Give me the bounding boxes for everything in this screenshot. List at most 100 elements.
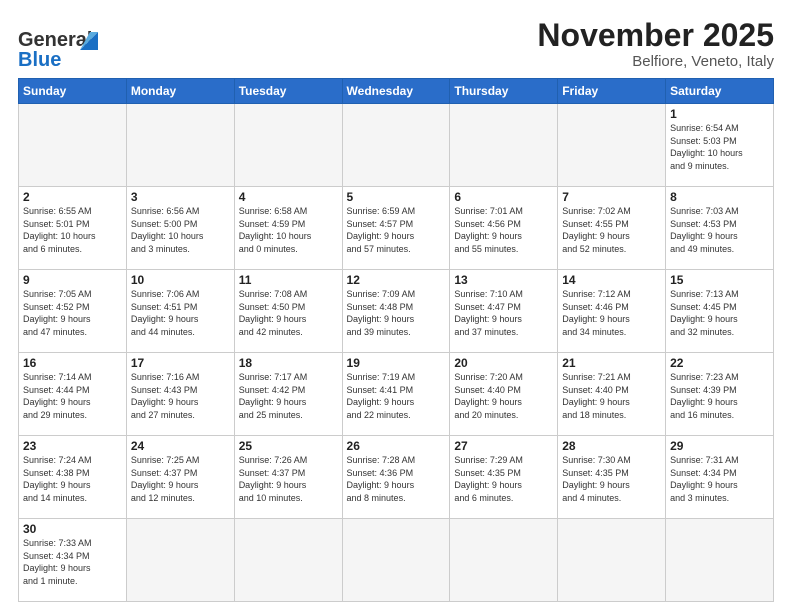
day-number: 23 bbox=[23, 439, 122, 453]
calendar-cell bbox=[234, 519, 342, 602]
calendar-cell: 21Sunrise: 7:21 AM Sunset: 4:40 PM Dayli… bbox=[558, 353, 666, 436]
day-info: Sunrise: 6:56 AM Sunset: 5:00 PM Dayligh… bbox=[131, 205, 230, 255]
day-number: 7 bbox=[562, 190, 661, 204]
calendar-cell bbox=[19, 104, 127, 187]
calendar-cell: 29Sunrise: 7:31 AM Sunset: 4:34 PM Dayli… bbox=[666, 436, 774, 519]
logo-svg: General Blue bbox=[18, 18, 118, 70]
day-number: 5 bbox=[347, 190, 446, 204]
calendar-cell: 28Sunrise: 7:30 AM Sunset: 4:35 PM Dayli… bbox=[558, 436, 666, 519]
calendar-cell bbox=[450, 104, 558, 187]
weekday-header-saturday: Saturday bbox=[666, 79, 774, 104]
calendar-cell bbox=[234, 104, 342, 187]
day-number: 21 bbox=[562, 356, 661, 370]
week-row-4: 23Sunrise: 7:24 AM Sunset: 4:38 PM Dayli… bbox=[19, 436, 774, 519]
calendar-cell: 17Sunrise: 7:16 AM Sunset: 4:43 PM Dayli… bbox=[126, 353, 234, 436]
day-info: Sunrise: 7:01 AM Sunset: 4:56 PM Dayligh… bbox=[454, 205, 553, 255]
calendar-cell: 7Sunrise: 7:02 AM Sunset: 4:55 PM Daylig… bbox=[558, 187, 666, 270]
page: General Blue November 2025 Belfiore, Ven… bbox=[0, 0, 792, 612]
weekday-header-sunday: Sunday bbox=[19, 79, 127, 104]
day-number: 1 bbox=[670, 107, 769, 121]
calendar-cell: 25Sunrise: 7:26 AM Sunset: 4:37 PM Dayli… bbox=[234, 436, 342, 519]
day-info: Sunrise: 7:06 AM Sunset: 4:51 PM Dayligh… bbox=[131, 288, 230, 338]
calendar-cell: 23Sunrise: 7:24 AM Sunset: 4:38 PM Dayli… bbox=[19, 436, 127, 519]
day-info: Sunrise: 7:10 AM Sunset: 4:47 PM Dayligh… bbox=[454, 288, 553, 338]
day-info: Sunrise: 7:08 AM Sunset: 4:50 PM Dayligh… bbox=[239, 288, 338, 338]
day-number: 10 bbox=[131, 273, 230, 287]
day-info: Sunrise: 6:59 AM Sunset: 4:57 PM Dayligh… bbox=[347, 205, 446, 255]
weekday-header-monday: Monday bbox=[126, 79, 234, 104]
calendar-cell: 15Sunrise: 7:13 AM Sunset: 4:45 PM Dayli… bbox=[666, 270, 774, 353]
day-number: 12 bbox=[347, 273, 446, 287]
day-info: Sunrise: 7:30 AM Sunset: 4:35 PM Dayligh… bbox=[562, 454, 661, 504]
title-block: November 2025 Belfiore, Veneto, Italy bbox=[537, 18, 774, 70]
day-number: 15 bbox=[670, 273, 769, 287]
day-number: 6 bbox=[454, 190, 553, 204]
day-number: 19 bbox=[347, 356, 446, 370]
weekday-header-friday: Friday bbox=[558, 79, 666, 104]
day-info: Sunrise: 7:14 AM Sunset: 4:44 PM Dayligh… bbox=[23, 371, 122, 421]
day-info: Sunrise: 7:13 AM Sunset: 4:45 PM Dayligh… bbox=[670, 288, 769, 338]
week-row-3: 16Sunrise: 7:14 AM Sunset: 4:44 PM Dayli… bbox=[19, 353, 774, 436]
month-title: November 2025 bbox=[537, 18, 774, 53]
day-info: Sunrise: 7:31 AM Sunset: 4:34 PM Dayligh… bbox=[670, 454, 769, 504]
day-number: 22 bbox=[670, 356, 769, 370]
subtitle: Belfiore, Veneto, Italy bbox=[537, 53, 774, 70]
day-info: Sunrise: 6:58 AM Sunset: 4:59 PM Dayligh… bbox=[239, 205, 338, 255]
day-number: 11 bbox=[239, 273, 338, 287]
day-info: Sunrise: 7:20 AM Sunset: 4:40 PM Dayligh… bbox=[454, 371, 553, 421]
header: General Blue November 2025 Belfiore, Ven… bbox=[18, 18, 774, 70]
day-info: Sunrise: 7:03 AM Sunset: 4:53 PM Dayligh… bbox=[670, 205, 769, 255]
calendar-cell: 12Sunrise: 7:09 AM Sunset: 4:48 PM Dayli… bbox=[342, 270, 450, 353]
week-row-5: 30Sunrise: 7:33 AM Sunset: 4:34 PM Dayli… bbox=[19, 519, 774, 602]
calendar-cell: 14Sunrise: 7:12 AM Sunset: 4:46 PM Dayli… bbox=[558, 270, 666, 353]
calendar-cell: 27Sunrise: 7:29 AM Sunset: 4:35 PM Dayli… bbox=[450, 436, 558, 519]
calendar-cell: 10Sunrise: 7:06 AM Sunset: 4:51 PM Dayli… bbox=[126, 270, 234, 353]
day-info: Sunrise: 7:05 AM Sunset: 4:52 PM Dayligh… bbox=[23, 288, 122, 338]
calendar-cell: 13Sunrise: 7:10 AM Sunset: 4:47 PM Dayli… bbox=[450, 270, 558, 353]
calendar-cell bbox=[666, 519, 774, 602]
day-number: 30 bbox=[23, 522, 122, 536]
day-number: 20 bbox=[454, 356, 553, 370]
day-info: Sunrise: 7:21 AM Sunset: 4:40 PM Dayligh… bbox=[562, 371, 661, 421]
day-number: 4 bbox=[239, 190, 338, 204]
calendar-cell: 11Sunrise: 7:08 AM Sunset: 4:50 PM Dayli… bbox=[234, 270, 342, 353]
day-number: 8 bbox=[670, 190, 769, 204]
calendar-cell: 1Sunrise: 6:54 AM Sunset: 5:03 PM Daylig… bbox=[666, 104, 774, 187]
day-info: Sunrise: 7:02 AM Sunset: 4:55 PM Dayligh… bbox=[562, 205, 661, 255]
logo: General Blue bbox=[18, 18, 118, 70]
calendar-cell bbox=[558, 519, 666, 602]
day-info: Sunrise: 7:28 AM Sunset: 4:36 PM Dayligh… bbox=[347, 454, 446, 504]
day-info: Sunrise: 7:23 AM Sunset: 4:39 PM Dayligh… bbox=[670, 371, 769, 421]
calendar-cell: 22Sunrise: 7:23 AM Sunset: 4:39 PM Dayli… bbox=[666, 353, 774, 436]
day-number: 28 bbox=[562, 439, 661, 453]
day-info: Sunrise: 7:19 AM Sunset: 4:41 PM Dayligh… bbox=[347, 371, 446, 421]
day-info: Sunrise: 7:25 AM Sunset: 4:37 PM Dayligh… bbox=[131, 454, 230, 504]
calendar-cell bbox=[558, 104, 666, 187]
day-number: 26 bbox=[347, 439, 446, 453]
day-info: Sunrise: 7:29 AM Sunset: 4:35 PM Dayligh… bbox=[454, 454, 553, 504]
weekday-header-wednesday: Wednesday bbox=[342, 79, 450, 104]
day-number: 25 bbox=[239, 439, 338, 453]
week-row-2: 9Sunrise: 7:05 AM Sunset: 4:52 PM Daylig… bbox=[19, 270, 774, 353]
calendar-cell bbox=[450, 519, 558, 602]
day-number: 27 bbox=[454, 439, 553, 453]
day-info: Sunrise: 7:12 AM Sunset: 4:46 PM Dayligh… bbox=[562, 288, 661, 338]
weekday-header-thursday: Thursday bbox=[450, 79, 558, 104]
calendar-cell bbox=[342, 519, 450, 602]
calendar-cell: 30Sunrise: 7:33 AM Sunset: 4:34 PM Dayli… bbox=[19, 519, 127, 602]
day-number: 18 bbox=[239, 356, 338, 370]
day-info: Sunrise: 7:24 AM Sunset: 4:38 PM Dayligh… bbox=[23, 454, 122, 504]
calendar-cell: 26Sunrise: 7:28 AM Sunset: 4:36 PM Dayli… bbox=[342, 436, 450, 519]
weekday-header-tuesday: Tuesday bbox=[234, 79, 342, 104]
day-info: Sunrise: 7:33 AM Sunset: 4:34 PM Dayligh… bbox=[23, 537, 122, 587]
day-number: 3 bbox=[131, 190, 230, 204]
calendar-table: SundayMondayTuesdayWednesdayThursdayFrid… bbox=[18, 78, 774, 602]
day-info: Sunrise: 6:55 AM Sunset: 5:01 PM Dayligh… bbox=[23, 205, 122, 255]
day-number: 13 bbox=[454, 273, 553, 287]
svg-text:Blue: Blue bbox=[18, 49, 61, 70]
day-number: 24 bbox=[131, 439, 230, 453]
calendar-cell: 2Sunrise: 6:55 AM Sunset: 5:01 PM Daylig… bbox=[19, 187, 127, 270]
calendar-cell bbox=[126, 519, 234, 602]
day-info: Sunrise: 7:16 AM Sunset: 4:43 PM Dayligh… bbox=[131, 371, 230, 421]
calendar-cell: 20Sunrise: 7:20 AM Sunset: 4:40 PM Dayli… bbox=[450, 353, 558, 436]
